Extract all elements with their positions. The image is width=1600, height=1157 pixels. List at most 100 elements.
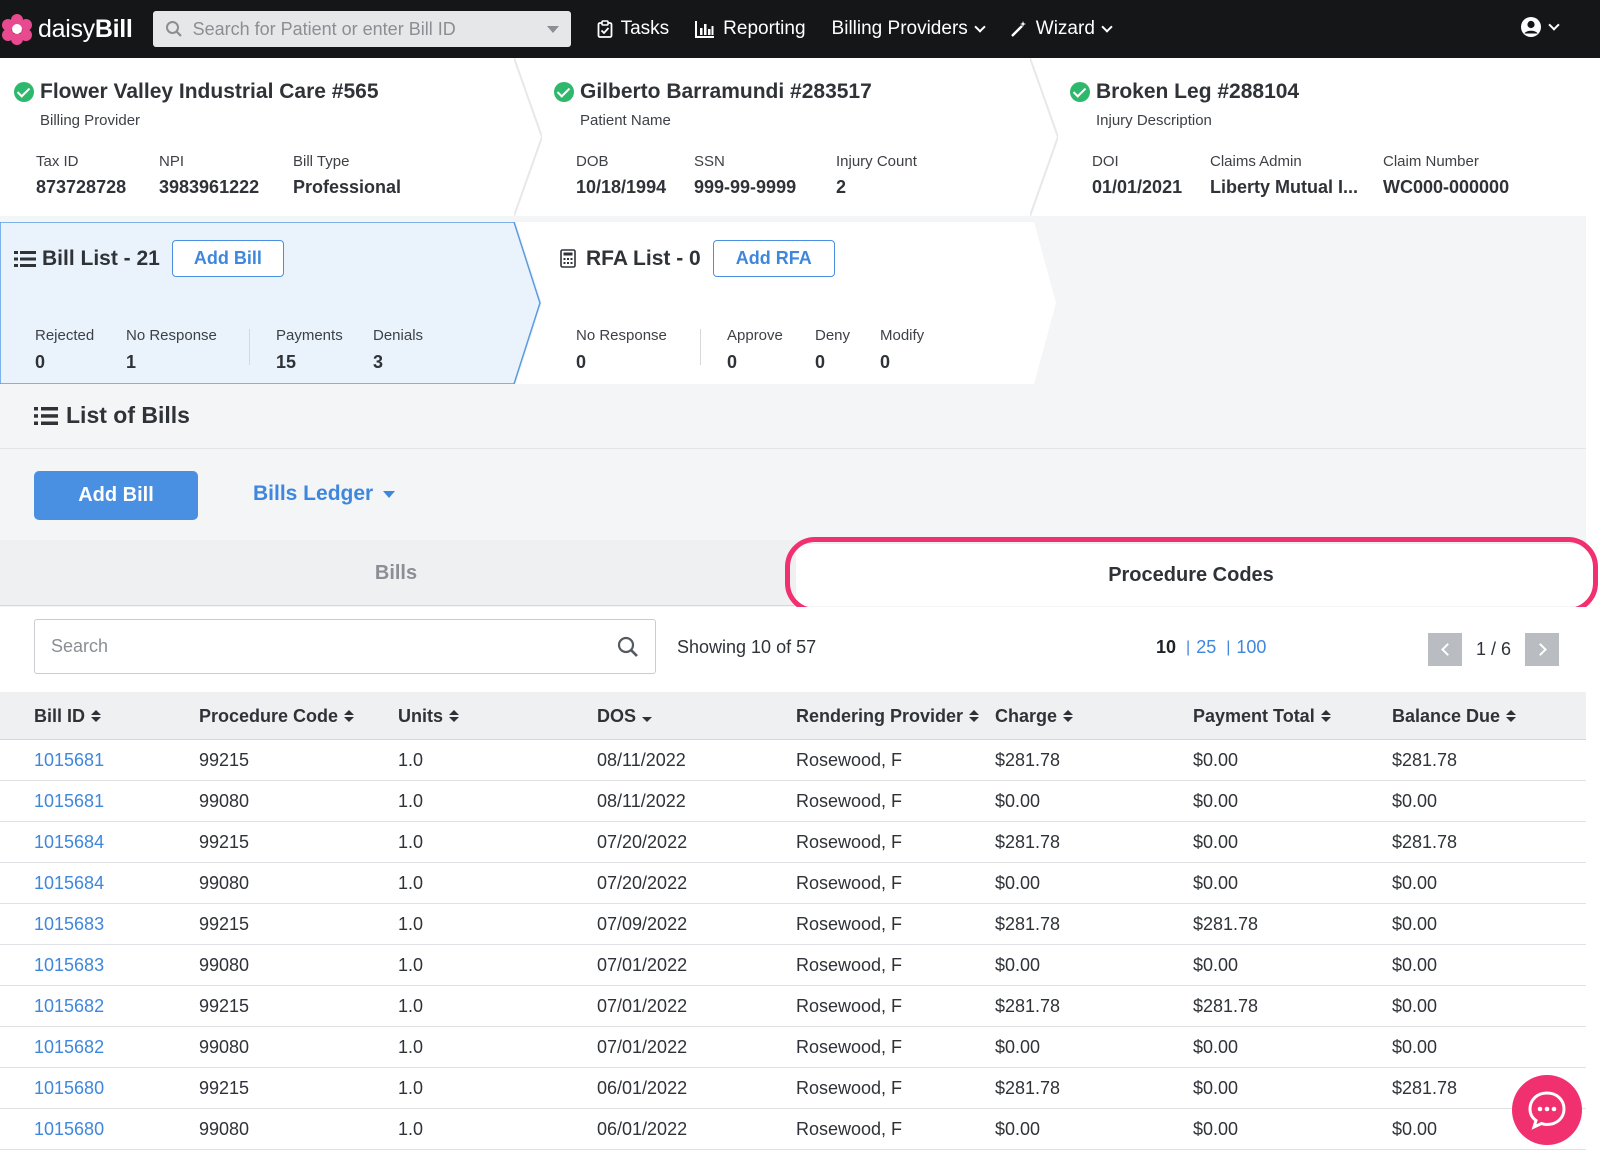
bill-id-link[interactable]: 1015681 bbox=[34, 781, 104, 821]
cell-charge: $281.78 bbox=[995, 749, 1061, 770]
payments-stat: Payments 15 bbox=[276, 327, 343, 372]
prev-page-button[interactable] bbox=[1428, 633, 1462, 666]
bill-id-link[interactable]: 1015681 bbox=[34, 740, 104, 780]
dob-field: DOB 10/18/1994 bbox=[576, 153, 667, 197]
npi-field: NPI 3983961222 bbox=[159, 153, 260, 197]
cell-procedure-code: 99080 bbox=[199, 790, 250, 811]
cell-rendering-provider: Rosewood, F bbox=[796, 1077, 903, 1098]
chevron-right-icon bbox=[1533, 643, 1547, 656]
search-icon[interactable] bbox=[617, 636, 639, 658]
page-size-25[interactable]: 25 bbox=[1196, 637, 1216, 658]
add-bill-button[interactable]: Add Bill bbox=[34, 471, 198, 520]
cell-charge: $281.78 bbox=[995, 831, 1061, 852]
bill-id-link[interactable]: 1015683 bbox=[34, 904, 104, 944]
deny-stat: Deny 0 bbox=[815, 327, 851, 372]
cell-rendering-provider: Rosewood, F bbox=[796, 995, 903, 1016]
nav-reporting[interactable]: Reporting bbox=[695, 18, 806, 40]
page-indicator: 1 / 6 bbox=[1476, 639, 1512, 659]
chevron-down-icon bbox=[1101, 20, 1113, 33]
daisybill-logo[interactable]: daisyBill bbox=[2, 14, 133, 45]
table-search-input[interactable]: Search bbox=[34, 619, 656, 674]
bill-id-link[interactable]: 1015682 bbox=[34, 986, 104, 1026]
page-size-100[interactable]: 100 bbox=[1236, 637, 1266, 658]
add-rfa-button[interactable]: Add RFA bbox=[712, 240, 835, 277]
sort-icon bbox=[969, 710, 980, 722]
column-rendering-provider[interactable]: Rendering Provider bbox=[796, 692, 980, 740]
table-row[interactable]: 1015681 99215 1.0 08/11/2022 Rosewood, F $281… bbox=[0, 740, 1586, 781]
top-nav: daisyBill Search for Patient or enter Bi… bbox=[0, 0, 1600, 58]
cell-rendering-provider: Rosewood, F bbox=[796, 872, 903, 893]
column-units[interactable]: Units bbox=[398, 692, 459, 740]
cell-units: 1.0 bbox=[398, 831, 424, 852]
sort-icon bbox=[1320, 710, 1331, 722]
column-bill-id[interactable]: Bill ID bbox=[34, 692, 102, 740]
procedure-codes-table-section: Search Showing 10 of 57 10 | 25 | 100 1 … bbox=[0, 607, 1586, 1157]
cell-procedure-code: 99080 bbox=[199, 1036, 250, 1057]
tab-bills[interactable]: Bills bbox=[0, 540, 792, 606]
bill-id-link[interactable]: 1015684 bbox=[34, 822, 104, 862]
bills-ledger-dropdown[interactable]: Bills Ledger bbox=[253, 482, 396, 506]
patient-search-input[interactable]: Search for Patient or enter Bill ID bbox=[152, 11, 571, 47]
cell-balance-due: $0.00 bbox=[1392, 1036, 1438, 1057]
sort-icon bbox=[449, 710, 459, 722]
cell-balance-due: $281.78 bbox=[1392, 749, 1458, 770]
patient-subtitle: Patient Name bbox=[580, 112, 671, 129]
cell-payment-total: $0.00 bbox=[1193, 749, 1239, 770]
chat-button[interactable] bbox=[1512, 1075, 1582, 1145]
column-dos[interactable]: DOS bbox=[597, 692, 653, 740]
nav-wizard[interactable]: Wizard bbox=[1010, 18, 1113, 40]
column-payment-total[interactable]: Payment Total bbox=[1193, 692, 1331, 740]
cell-payment-total: $0.00 bbox=[1193, 1077, 1239, 1098]
bill-id-link[interactable]: 1015684 bbox=[34, 863, 104, 903]
claims-admin-field: Claims Admin Liberty Mutual I... bbox=[1210, 153, 1359, 197]
cell-units: 1.0 bbox=[398, 1036, 424, 1057]
table-row[interactable]: 1015684 99215 1.0 07/20/2022 Rosewood, F $281… bbox=[0, 822, 1586, 863]
column-balance-due[interactable]: Balance Due bbox=[1392, 692, 1517, 740]
nav-tasks[interactable]: Tasks bbox=[597, 18, 669, 40]
cell-rendering-provider: Rosewood, F bbox=[796, 1036, 903, 1057]
pagination: 1 / 6 bbox=[1428, 633, 1560, 666]
table-row[interactable]: 1015684 99080 1.0 07/20/2022 Rosewood, F $0.0… bbox=[0, 863, 1586, 904]
table-row[interactable]: 1015683 99080 1.0 07/01/2022 Rosewood, F $0.0… bbox=[0, 945, 1586, 986]
bill-id-link[interactable]: 1015682 bbox=[34, 1027, 104, 1067]
approve-stat: Approve 0 bbox=[727, 327, 783, 372]
table-row[interactable]: 1015681 99080 1.0 08/11/2022 Rosewood, F $0.0… bbox=[0, 781, 1586, 822]
column-procedure-code[interactable]: Procedure Code bbox=[199, 692, 355, 740]
cell-rendering-provider: Rosewood, F bbox=[796, 954, 903, 975]
search-placeholder: Search for Patient or enter Bill ID bbox=[192, 18, 456, 39]
bill-id-link[interactable]: 1015683 bbox=[34, 945, 104, 985]
table-row[interactable]: 1015680 99215 1.0 06/01/2022 Rosewood, F $281… bbox=[0, 1068, 1586, 1109]
table-row[interactable]: 1015680 99080 1.0 06/01/2022 Rosewood, F $0.0… bbox=[0, 1109, 1586, 1150]
caret-down-icon bbox=[383, 490, 396, 498]
next-page-button[interactable] bbox=[1525, 633, 1560, 666]
injury-title: Broken Leg #288104 bbox=[1096, 80, 1300, 103]
bill-id-link[interactable]: 1015680 bbox=[34, 1068, 104, 1108]
card-separator bbox=[1030, 58, 1058, 216]
user-menu[interactable] bbox=[1520, 16, 1560, 38]
cell-balance-due: $0.00 bbox=[1392, 954, 1438, 975]
add-bill-outline-button[interactable]: Add Bill bbox=[171, 240, 284, 277]
bill-id-link[interactable]: 1015680 bbox=[34, 1109, 104, 1149]
billing-provider-card[interactable]: Flower Valley Industrial Care #565 Billi… bbox=[14, 58, 514, 216]
injury-card[interactable]: Broken Leg #288104 Injury Description DO… bbox=[1070, 58, 1586, 216]
bill-list-card[interactable]: Bill List - 21 Add Bill Rejected 0 No Res… bbox=[0, 222, 540, 384]
table-row[interactable]: 1015682 99080 1.0 07/01/2022 Rosewood, F $0.0… bbox=[0, 1027, 1586, 1068]
nav-billing-providers[interactable]: Billing Providers bbox=[832, 18, 986, 40]
table-row[interactable]: 1015682 99215 1.0 07/01/2022 Rosewood, F $281… bbox=[0, 986, 1586, 1027]
clipboard-check-icon bbox=[597, 20, 613, 38]
page-size-10[interactable]: 10 bbox=[1156, 637, 1176, 658]
tab-procedure-codes[interactable]: Procedure Codes bbox=[796, 544, 1586, 606]
cell-procedure-code: 99215 bbox=[199, 913, 250, 934]
table-header: Bill ID Procedure Code Units DOS Renderi… bbox=[0, 692, 1586, 740]
cell-rendering-provider: Rosewood, F bbox=[796, 831, 903, 852]
magic-wand-icon bbox=[1010, 20, 1028, 38]
patient-card[interactable]: Gilberto Barramundi #283517 Patient Name… bbox=[554, 58, 1044, 216]
rfa-list-card[interactable]: RFA List - 0 Add RFA No Response 0 Approv… bbox=[512, 222, 1060, 384]
caret-down-icon[interactable] bbox=[546, 25, 559, 33]
user-circle-icon bbox=[1521, 17, 1541, 37]
bill-type-field: Bill Type Professional bbox=[293, 153, 402, 197]
claim-number-field: Claim Number WC000-000000 bbox=[1383, 153, 1510, 197]
table-row[interactable]: 1015683 99215 1.0 07/09/2022 Rosewood, F $281… bbox=[0, 904, 1586, 945]
column-charge[interactable]: Charge bbox=[995, 692, 1074, 740]
cell-dos: 07/01/2022 bbox=[597, 954, 688, 975]
